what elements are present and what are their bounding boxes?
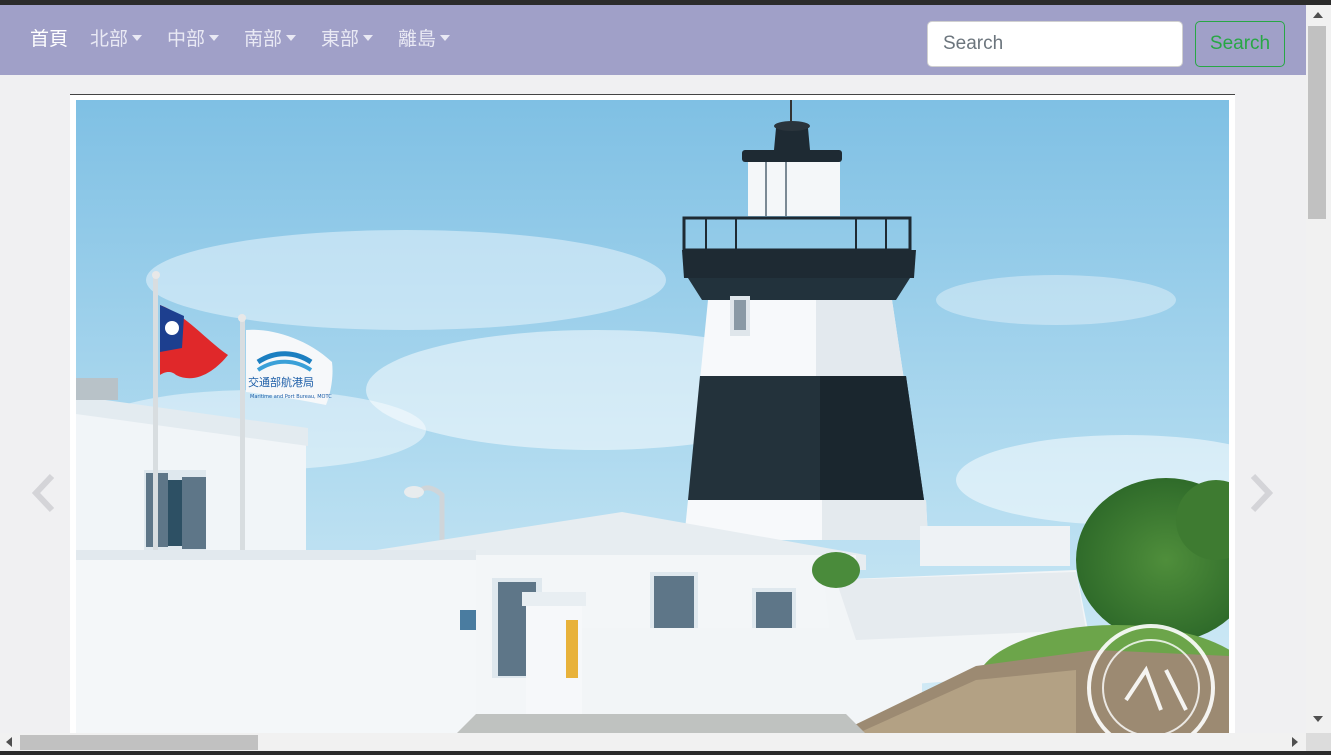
chevron-left-icon bbox=[31, 473, 55, 513]
flag-text: 交通部航港局 bbox=[248, 375, 314, 389]
nav-item-south[interactable]: 南部 bbox=[244, 29, 297, 51]
nav-item-central[interactable]: 中部 bbox=[167, 29, 220, 51]
nav-item-label: 北部 bbox=[90, 29, 129, 50]
search-input[interactable] bbox=[927, 21, 1183, 67]
nav-item-islands[interactable]: 離島 bbox=[398, 29, 451, 51]
caret-down-icon bbox=[132, 35, 143, 42]
caret-down-icon bbox=[209, 35, 220, 42]
caret-down-icon bbox=[363, 35, 374, 42]
scroll-up-arrow-icon[interactable] bbox=[1313, 12, 1323, 18]
nav-item-east[interactable]: 東部 bbox=[321, 29, 374, 51]
scrollbar-corner bbox=[1306, 733, 1331, 751]
horizontal-scroll-thumb[interactable] bbox=[20, 735, 258, 750]
window-bottom-edge bbox=[0, 751, 1331, 755]
nav-item-label: 首頁 bbox=[30, 29, 69, 50]
nav-item-label: 東部 bbox=[321, 29, 360, 50]
nav-item-north[interactable]: 北部 bbox=[90, 29, 143, 51]
nav-item-label: 南部 bbox=[244, 29, 283, 50]
carousel-prev-button[interactable] bbox=[26, 470, 60, 516]
carousel-next-button[interactable] bbox=[1245, 470, 1279, 516]
scroll-left-arrow-icon[interactable] bbox=[6, 737, 12, 747]
nav-item-label: 中部 bbox=[167, 29, 206, 50]
scroll-right-arrow-icon[interactable] bbox=[1292, 737, 1298, 747]
nav-item-home[interactable]: 首頁 bbox=[30, 29, 68, 51]
navbar: 首頁 北部 中部 南部 東部 離島 Search bbox=[0, 5, 1306, 75]
search-button[interactable]: Search bbox=[1195, 21, 1285, 67]
lighthouse-photo: 交通部航港局 Maritime and Port Bureau, MOTC bbox=[76, 100, 1229, 734]
flag-subtext: Maritime and Port Bureau, MOTC bbox=[250, 394, 332, 400]
caret-down-icon bbox=[286, 35, 297, 42]
caret-down-icon bbox=[440, 35, 451, 42]
chevron-right-icon bbox=[1250, 473, 1274, 513]
vertical-scroll-thumb[interactable] bbox=[1308, 26, 1326, 219]
scroll-down-arrow-icon[interactable] bbox=[1313, 716, 1323, 722]
carousel-slide[interactable]: 交通部航港局 Maritime and Port Bureau, MOTC bbox=[76, 100, 1229, 734]
nav-item-label: 離島 bbox=[398, 29, 437, 50]
